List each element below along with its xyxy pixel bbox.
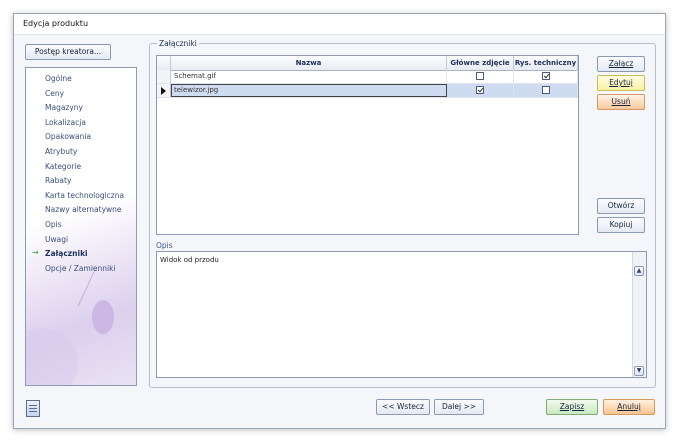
column-header-name[interactable]: Nazwa [171, 56, 447, 70]
tech-drawing-cell [514, 84, 578, 97]
description-textarea[interactable]: Widok od przodu ▲ ▼ [156, 251, 647, 378]
background-decoration [92, 300, 114, 334]
tech-drawing-checkbox[interactable] [542, 72, 550, 80]
background-decoration [77, 269, 96, 307]
attach-button[interactable]: Załącz [597, 56, 645, 72]
arrow-right-icon: → [32, 248, 39, 258]
attachment-name[interactable]: telewizor.jpg [171, 84, 447, 97]
wizard-step[interactable]: Opcje / Zamienniki [45, 264, 116, 273]
chevron-up-icon[interactable]: ▲ [634, 266, 644, 276]
tech-drawing-cell [514, 70, 578, 83]
edit-button[interactable]: Edytuj [597, 75, 645, 91]
attach-button-label: Załącz [608, 59, 634, 68]
grid-header: Nazwa Główne zdjęcie Rys. techniczny [157, 56, 578, 71]
grid-corner [157, 56, 171, 70]
background-decoration [26, 328, 78, 385]
wizard-step[interactable]: Opis [45, 220, 62, 229]
wizard-step[interactable]: Opakowania [45, 132, 91, 141]
main-photo-checkbox[interactable] [476, 72, 484, 80]
open-button[interactable]: Otwórz [597, 198, 645, 214]
table-row[interactable]: Schemat.gif [157, 70, 578, 84]
wizard-step[interactable]: Karta technologiczna [45, 191, 124, 200]
copy-button[interactable]: Kopiuj [597, 217, 645, 233]
column-header-tech-drawing[interactable]: Rys. techniczny [514, 56, 578, 70]
wizard-step[interactable]: Magazyny [45, 103, 83, 112]
wizard-step[interactable]: Atrybuty [45, 147, 77, 156]
save-button[interactable]: Zapisz [546, 399, 598, 415]
delete-button-label: Usuń [611, 97, 631, 106]
edit-button-label: Edytuj [609, 78, 633, 87]
attachment-name[interactable]: Schemat.gif [171, 70, 447, 83]
row-pointer-icon [161, 87, 166, 95]
wizard-step[interactable]: Kategorie [45, 162, 81, 171]
attachments-group-label: Załączniki [157, 39, 199, 48]
copy-button-label: Kopiuj [609, 220, 633, 229]
description-value: Widok od przodu [160, 256, 219, 264]
description-label: Opis [156, 241, 173, 250]
wizard-step[interactable]: Ogólne [45, 74, 72, 83]
back-button[interactable]: << Wstecz [376, 399, 430, 415]
wizard-progress-button[interactable]: Postęp kreatora... [25, 44, 111, 60]
next-button[interactable]: Dalej >> [434, 399, 484, 415]
column-header-main-photo[interactable]: Główne zdjęcie [447, 56, 514, 70]
main-photo-cell [447, 70, 514, 83]
main-photo-checkbox[interactable] [476, 86, 484, 94]
wizard-step[interactable]: Załączniki [45, 249, 88, 258]
description-scrollbar[interactable]: ▲ ▼ [632, 252, 646, 377]
main-photo-cell [447, 84, 514, 97]
window-title: Edycja produktu [23, 19, 89, 28]
cancel-button[interactable]: Anuluj [603, 399, 655, 415]
wizard-step[interactable]: Rabaty [45, 176, 71, 185]
delete-button[interactable]: Usuń [597, 94, 645, 110]
open-button-label: Otwórz [607, 201, 635, 210]
wizard-step[interactable]: Ceny [45, 89, 64, 98]
wizard-step[interactable]: Uwagi [45, 235, 68, 244]
wizard-step[interactable]: Lokalizacja [45, 118, 86, 127]
save-button-label: Zapisz [559, 402, 585, 411]
wizard-step[interactable]: Nazwy alternatywne [45, 205, 122, 214]
product-edit-window: Edycja produktu Postęp kreatora... Ogóln… [13, 13, 666, 429]
attachments-grid: Nazwa Główne zdjęcie Rys. techniczny Sch… [156, 55, 579, 235]
notes-icon[interactable] [26, 400, 40, 417]
cancel-button-label: Anuluj [617, 402, 641, 411]
title-bar: Edycja produktu [14, 14, 665, 35]
table-row[interactable]: telewizor.jpg [157, 84, 578, 98]
row-selector[interactable] [157, 70, 171, 83]
chevron-down-icon[interactable]: ▼ [634, 366, 644, 376]
wizard-steps-panel: Ogólne Ceny Magazyny Lokalizacja Opakowania A… [25, 67, 137, 386]
row-selector[interactable] [157, 84, 171, 97]
tech-drawing-checkbox[interactable] [542, 86, 550, 94]
